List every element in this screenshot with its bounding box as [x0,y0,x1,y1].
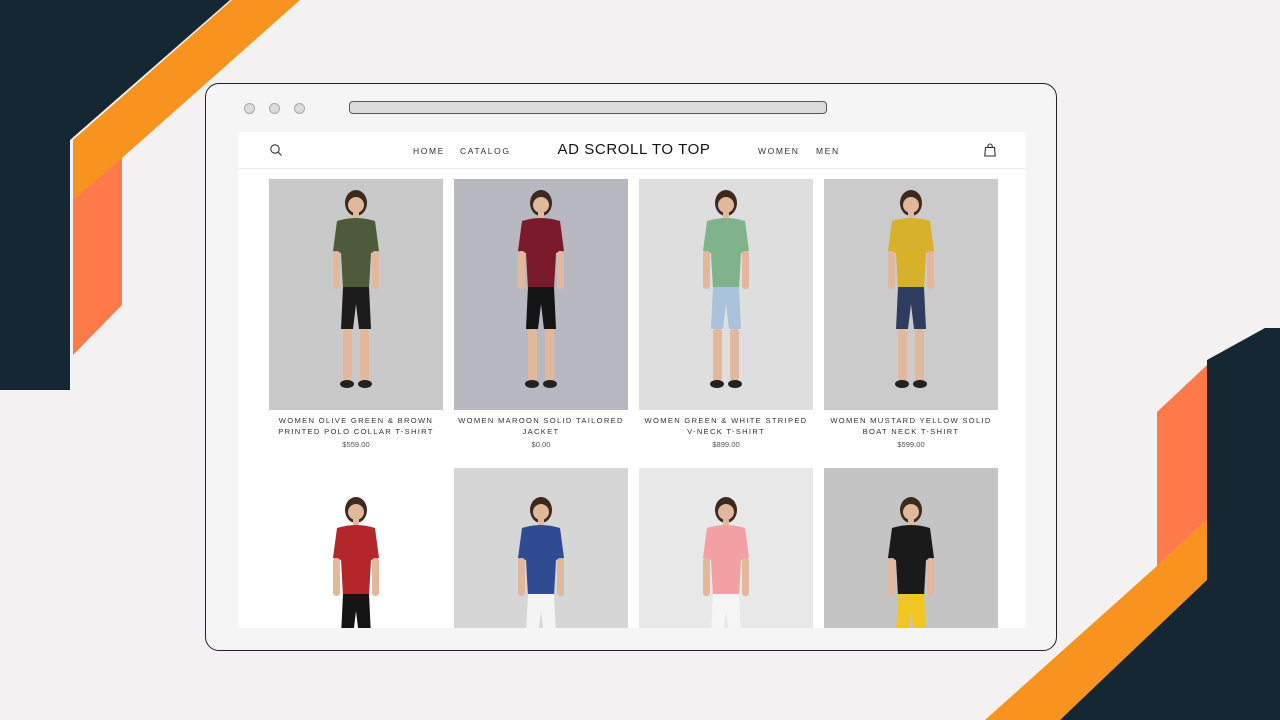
model-leg-left [898,329,907,381]
model-arm-right [557,558,564,596]
model-leg-right [360,329,369,381]
model-arm-right [927,251,934,289]
model-arm-left [703,558,710,596]
model-arm-left [333,558,340,596]
model-arm-left [333,251,340,289]
model-arm-left [518,251,525,289]
window-dot-minimize[interactable] [269,103,280,114]
model-head [903,197,919,213]
product-name[interactable]: WOMEN GREEN & WHITE STRIPED V-NECK T-SHI… [639,416,813,437]
model-shoe-right [543,380,557,388]
model-illustration [269,179,443,410]
model-neck [538,212,544,219]
model-illustration [639,179,813,410]
model-illustration [639,468,813,628]
model-arm-left [518,558,525,596]
product-image[interactable] [269,468,443,628]
model-arm-left [703,251,710,289]
model-shoe-right [913,380,927,388]
model-head [903,504,919,520]
product-image[interactable] [454,179,628,410]
nav-men[interactable]: MEN [816,146,840,156]
window-dot-close[interactable] [244,103,255,114]
product-name[interactable]: WOMEN OLIVE GREEN & BROWN PRINTED POLO C… [269,416,443,437]
model-head [348,197,364,213]
product-price: $559.00 [342,440,370,449]
model-leg-right [730,329,739,381]
model-neck [908,212,914,219]
nav-women[interactable]: WOMEN [758,146,800,156]
model-leg-left [528,329,537,381]
window-dot-maximize[interactable] [294,103,305,114]
model-arm-right [742,558,749,596]
model-shoe-left [525,380,539,388]
model-shoe-right [728,380,742,388]
model-shoe-right [358,380,372,388]
nav-home[interactable]: HOME [413,146,445,156]
model-neck [538,519,544,526]
model-illustration [454,468,628,628]
model-leg-right [915,329,924,381]
model-head [348,504,364,520]
product-image[interactable] [269,179,443,410]
browser-window: HOME CATALOG AD SCROLL TO TOP WOMEN MEN … [205,83,1057,651]
model-arm-right [372,558,379,596]
model-illustration [824,179,998,410]
model-head [718,504,734,520]
product-name[interactable]: WOMEN MAROON SOLID TAILORED JACKET [454,416,628,437]
model-shoe-left [340,380,354,388]
product-image[interactable] [824,179,998,410]
model-illustration [824,468,998,628]
model-leg-left [713,329,722,381]
model-arm-left [888,251,895,289]
model-illustration [454,179,628,410]
model-leg-left [343,329,352,381]
search-icon[interactable] [268,142,284,158]
model-neck [353,212,359,219]
product-price: $899.00 [712,440,740,449]
model-arm-right [742,251,749,289]
model-neck [908,519,914,526]
model-head [718,197,734,213]
model-arm-left [888,558,895,596]
shopping-bag-icon[interactable] [982,142,998,158]
store-header: HOME CATALOG AD SCROLL TO TOP WOMEN MEN [238,132,1026,169]
product-name[interactable]: WOMEN MUSTARD YELLOW SOLID BOAT NECK T-S… [824,416,998,437]
model-shoe-left [710,380,724,388]
model-shoe-left [895,380,909,388]
product-price: $0.00 [531,440,551,449]
nav-catalog[interactable]: CATALOG [460,146,511,156]
model-neck [353,519,359,526]
model-arm-right [372,251,379,289]
model-arm-right [927,558,934,596]
store-logo[interactable]: AD SCROLL TO TOP [538,141,730,158]
address-bar[interactable] [349,101,827,114]
store-page: HOME CATALOG AD SCROLL TO TOP WOMEN MEN … [238,132,1026,628]
product-image[interactable] [454,468,628,628]
model-head [533,504,549,520]
model-head [533,197,549,213]
model-leg-right [545,329,554,381]
product-image[interactable] [639,468,813,628]
model-illustration [269,468,443,628]
model-neck [723,519,729,526]
model-neck [723,212,729,219]
model-arm-right [557,251,564,289]
product-price: $599.00 [897,440,925,449]
product-image[interactable] [824,468,998,628]
product-image[interactable] [639,179,813,410]
